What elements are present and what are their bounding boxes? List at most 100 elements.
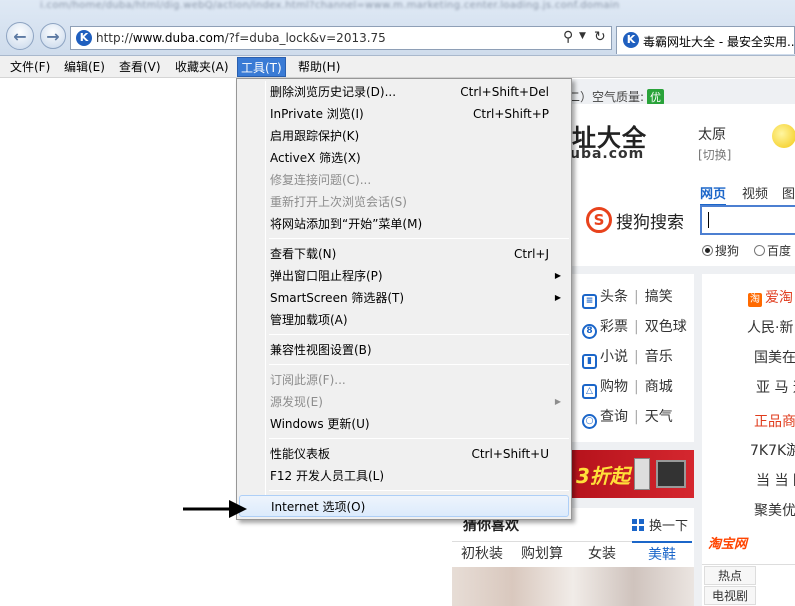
quicklink[interactable]: 双色球 [645, 319, 687, 335]
quicklink[interactable]: 音乐 [645, 349, 673, 365]
menu-item-subscribe-feed: 订阅此源(F)... [239, 369, 569, 391]
engine-label: 百度 [767, 244, 792, 258]
menu-item-f12-devtools[interactable]: F12 开发人员工具(L) [239, 465, 569, 487]
menu-item-view-downloads[interactable]: 查看下载(N) Ctrl+J [239, 243, 569, 265]
search-tab-image[interactable]: 图 [782, 183, 795, 202]
menu-item-shortcut: Ctrl+Shift+Del [460, 85, 549, 99]
quicklink[interactable]: 小说 [600, 349, 628, 365]
quicklink-row: ▮ 小说 | 音乐 [582, 346, 673, 369]
search-tab-web[interactable]: 网页 [700, 183, 727, 206]
engine-radio-baidu[interactable]: 百度 [754, 242, 791, 259]
quicklink[interactable]: 购物 [600, 379, 628, 395]
menu-item-label: 修复连接问题(C)... [270, 173, 372, 187]
address-url[interactable]: http://www.duba.com/?f=duba_lock&v=2013.… [96, 31, 386, 45]
lightbulb-icon[interactable] [772, 124, 795, 148]
menu-tools[interactable]: 工具(T) [237, 57, 286, 77]
address-bar[interactable]: K http://www.duba.com/?f=duba_lock&v=201… [70, 26, 612, 50]
promo-banner[interactable]: 3折起 [570, 450, 694, 498]
side-link[interactable]: 国美在 [754, 347, 795, 367]
sogou-logo-icon: S [586, 207, 612, 233]
weather-text: 二）空气质量: [568, 90, 645, 104]
side-link[interactable]: 当 当 网 [756, 470, 795, 490]
side-link[interactable]: 人民·新 [747, 317, 793, 337]
menu-item-smartscreen[interactable]: SmartScreen 筛选器(T) ▶ [239, 287, 569, 309]
tab-title: 毒霸网址大全 - 最安全实用... [643, 35, 795, 49]
menu-item-add-to-start[interactable]: 将网站添加到“开始”菜单(M) [239, 213, 569, 235]
menu-item-label: Internet 选项(O) [271, 500, 366, 514]
menu-separator [269, 364, 569, 365]
category-tab[interactable]: 美鞋 [632, 541, 692, 566]
menu-item-label: 删除浏览历史记录(D)... [270, 85, 397, 99]
text-caret [708, 212, 709, 228]
menu-item-label: 订阅此源(F)... [270, 373, 346, 387]
menu-item-performance-dashboard[interactable]: 性能仪表板 Ctrl+Shift+U [239, 443, 569, 465]
hot-topics: 热点 电视剧 [702, 564, 795, 606]
side-link[interactable]: 淘爱淘 [748, 287, 793, 307]
browser-tab-active[interactable]: K 毒霸网址大全 - 最安全实用... [616, 26, 795, 54]
search-icon[interactable]: ⚲ [563, 29, 573, 45]
menu-item-activex-filter[interactable]: ActiveX 筛选(X) [239, 147, 569, 169]
quicklink[interactable]: 查询 [600, 409, 628, 425]
menu-help[interactable]: 帮助(H) [295, 57, 343, 77]
menu-item-compat-view[interactable]: 兼容性视图设置(B) [239, 339, 569, 361]
search-icon: ○ [582, 414, 597, 429]
menu-edit[interactable]: 编辑(E) [61, 57, 108, 77]
menu-item-label: SmartScreen 筛选器(T) [270, 291, 405, 305]
taobao-logo[interactable]: 淘宝网 [708, 533, 747, 552]
menu-favorites[interactable]: 收藏夹(A) [172, 57, 232, 77]
hot-tab[interactable]: 电视剧 [704, 586, 756, 605]
menu-item-label: 管理加载项(A) [270, 313, 348, 327]
site-logo-domain: uba.com [570, 146, 645, 162]
back-button[interactable]: ← [6, 22, 34, 50]
category-tab[interactable]: 购划算 [512, 541, 572, 566]
pointer-arrow-icon [183, 500, 247, 518]
side-link[interactable]: 亚 马 逊 [756, 377, 795, 397]
quicklink[interactable]: 商城 [645, 379, 673, 395]
tools-dropdown-menu: 删除浏览历史记录(D)... Ctrl+Shift+Del InPrivate 浏… [236, 78, 572, 520]
refresh-icon[interactable]: ↻ [594, 29, 606, 45]
sogou-logo-text: 搜狗搜索 [616, 213, 684, 233]
city-switch-link[interactable]: [切换] [698, 146, 731, 163]
refresh-recommend-button[interactable]: 换一下 [632, 515, 688, 534]
engine-radio-sogou[interactable]: 搜狗 [702, 242, 739, 259]
quicklink[interactable]: 头条 [600, 289, 628, 305]
side-link[interactable]: 正品商 [754, 411, 795, 431]
dropdown-arrow-icon[interactable]: ▼ [579, 31, 586, 41]
promo-text: 3折起 [576, 464, 630, 488]
quicklink-row: ≡ 头条 | 搞笑 [582, 286, 673, 309]
side-link[interactable]: 聚美优 [754, 500, 795, 520]
search-input[interactable] [700, 205, 795, 235]
menu-view[interactable]: 查看(V) [116, 57, 164, 77]
menu-item-delete-history[interactable]: 删除浏览历史记录(D)... Ctrl+Shift+Del [239, 81, 569, 103]
arrow-left-icon: ← [13, 26, 27, 46]
menu-item-fix-connection: 修复连接问题(C)... [239, 169, 569, 191]
blurred-previous-url: i.com/home/duba/html/dig.webQ/action/ind… [40, 0, 620, 11]
menu-separator [269, 490, 569, 491]
air-quality-badge: 优 [647, 89, 665, 105]
menu-bar: 文件(F) 编辑(E) 查看(V) 收藏夹(A) 工具(T) 帮助(H) [0, 56, 795, 78]
menu-item-label: 查看下载(N) [270, 247, 337, 261]
menu-item-windows-update[interactable]: Windows 更新(U) [239, 413, 569, 435]
forward-button[interactable]: → [40, 23, 66, 49]
arrow-right-icon: → [46, 26, 60, 46]
menu-file[interactable]: 文件(F) [7, 57, 53, 77]
side-link[interactable]: 7K7K游 [750, 440, 795, 460]
product-image[interactable] [452, 567, 694, 606]
quicklink[interactable]: 搞笑 [645, 289, 673, 305]
quicklink[interactable]: 天气 [645, 409, 673, 425]
category-tab[interactable]: 初秋装 [452, 541, 512, 566]
menu-item-label: 将网站添加到“开始”菜单(M) [270, 217, 423, 231]
menu-item-manage-addons[interactable]: 管理加载项(A) [239, 309, 569, 331]
menu-item-inprivate[interactable]: InPrivate 浏览(I) Ctrl+Shift+P [239, 103, 569, 125]
hot-tab[interactable]: 热点 [704, 566, 756, 585]
category-tab[interactable]: 女装 [572, 541, 632, 566]
menu-separator [269, 334, 569, 335]
menu-item-shortcut: Ctrl+Shift+P [473, 107, 549, 121]
menu-item-internet-options[interactable]: Internet 选项(O) [239, 495, 569, 517]
quicklink[interactable]: 彩票 [600, 319, 628, 335]
menu-item-shortcut: Ctrl+Shift+U [471, 447, 549, 461]
menu-item-popup-blocker[interactable]: 弹出窗口阻止程序(P) ▶ [239, 265, 569, 287]
menu-item-tracking-protection[interactable]: 启用跟踪保护(K) [239, 125, 569, 147]
search-tab-video[interactable]: 视频 [742, 183, 768, 202]
menu-item-label: 兼容性视图设置(B) [270, 343, 372, 357]
